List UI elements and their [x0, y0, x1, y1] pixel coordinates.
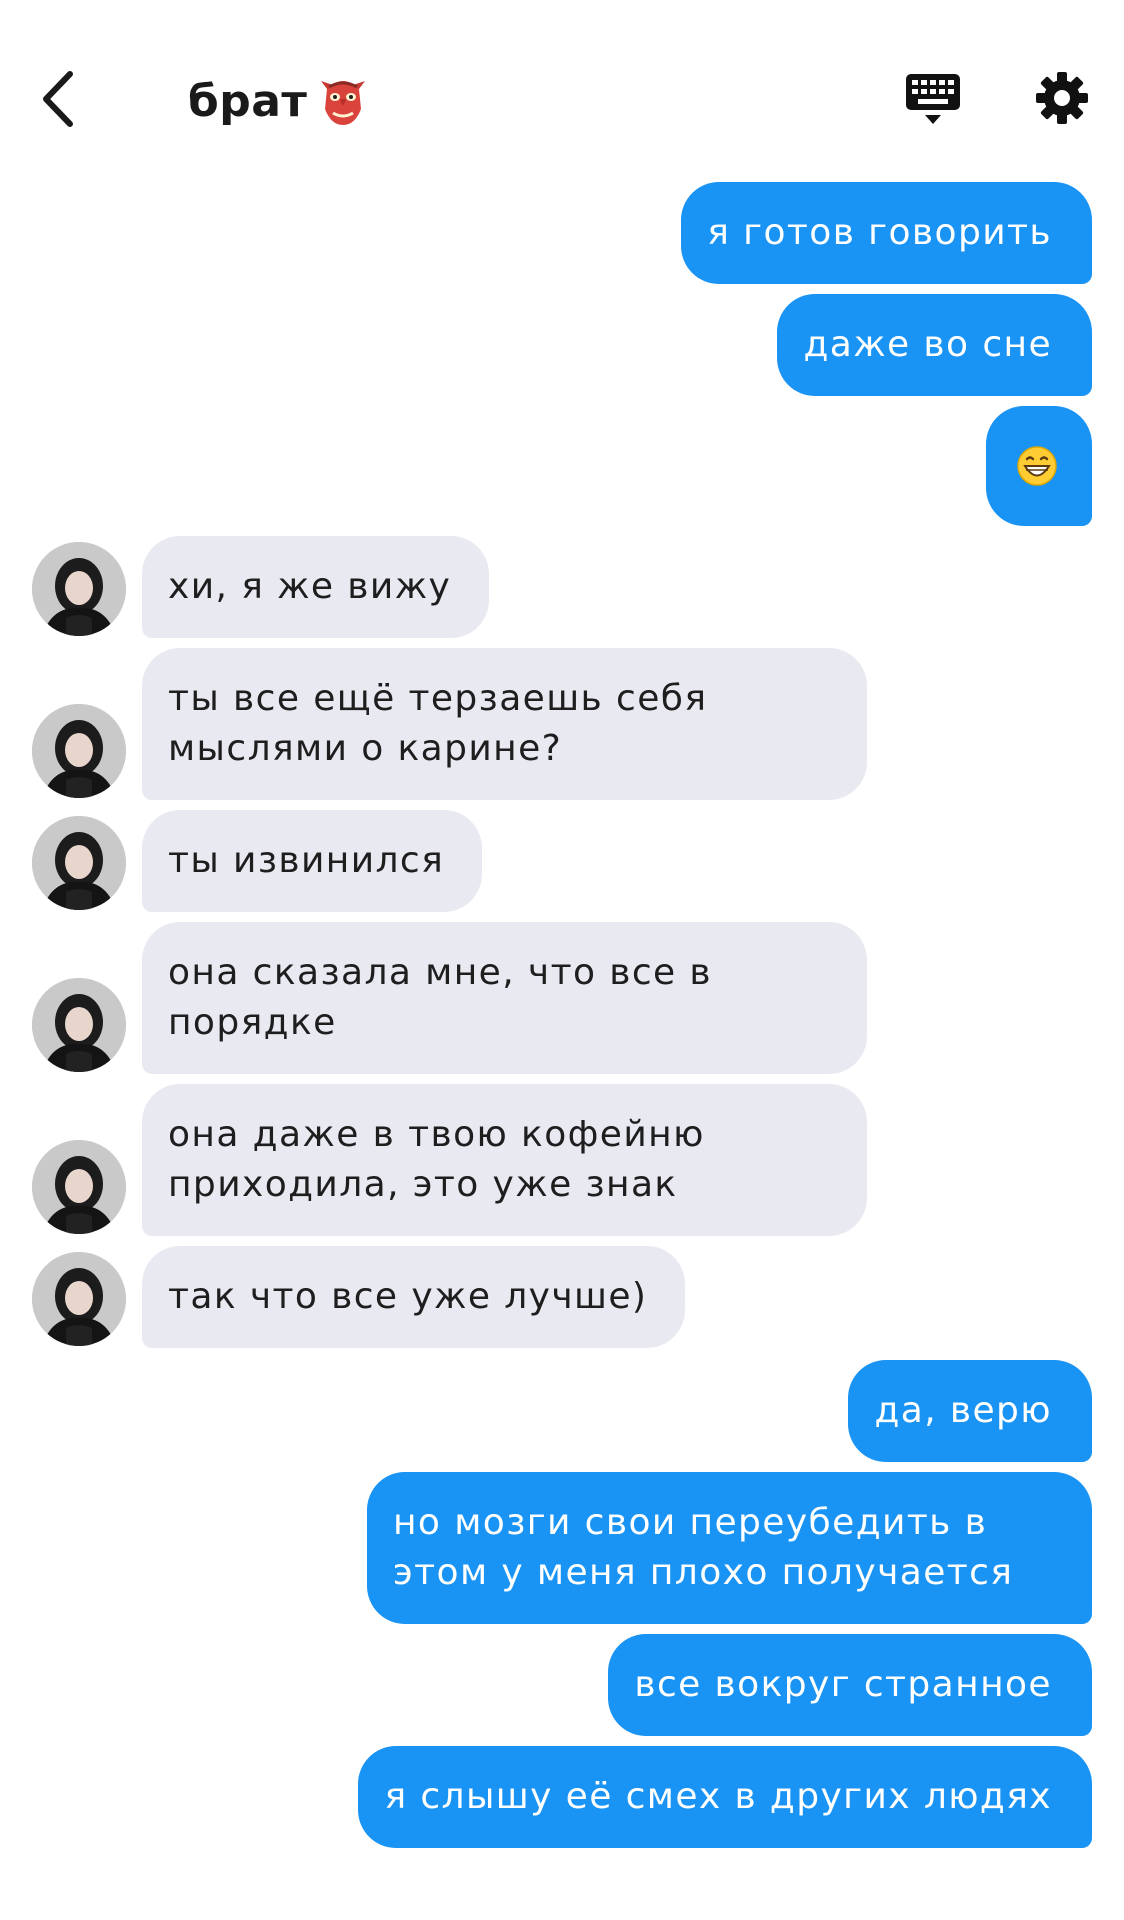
incoming-message-bubble[interactable]: она сказала мне, что все в порядке [142, 922, 867, 1074]
avatar[interactable] [32, 704, 126, 798]
message-row-outgoing: я слышу её смех в других людях [0, 1746, 1124, 1848]
incoming-message-bubble[interactable]: она даже в твою кофейню приходила, это у… [142, 1084, 867, 1236]
message-row-incoming: ты извинился [0, 810, 1124, 912]
incoming-message-bubble[interactable]: так что все уже лучше) [142, 1246, 686, 1348]
chat-title-text: брат [188, 75, 308, 127]
outgoing-message-bubble[interactable]: все вокруг странное [608, 1634, 1092, 1736]
avatar[interactable] [32, 816, 126, 910]
avatar[interactable] [32, 542, 126, 636]
message-row-outgoing: но мозги свои переубедить в этом у меня … [0, 1472, 1124, 1624]
avatar[interactable] [32, 978, 126, 1072]
incoming-message-bubble[interactable]: хи, я же вижу [142, 536, 490, 638]
grinning-face-icon [1017, 446, 1057, 486]
avatar[interactable] [32, 1252, 126, 1346]
message-row-incoming: ты все ещё терзаешь себя мыслями о карин… [0, 648, 1124, 800]
chat-title: брат [188, 74, 367, 128]
message-row-outgoing [0, 406, 1124, 526]
outgoing-message-bubble[interactable]: я готов говорить [681, 182, 1092, 284]
message-row-outgoing: да, верю [0, 1360, 1124, 1462]
avatar[interactable] [32, 1140, 126, 1234]
outgoing-message-bubble[interactable]: я слышу её смех в других людях [358, 1746, 1092, 1848]
outgoing-message-bubble[interactable] [986, 406, 1092, 526]
message-row-incoming: она сказала мне, что все в порядке [0, 922, 1124, 1074]
keyboard-icon [906, 74, 960, 124]
goblin-mask-icon [319, 75, 367, 127]
incoming-message-bubble[interactable]: ты извинился [142, 810, 483, 912]
message-row-outgoing: я готов говорить [0, 182, 1124, 284]
message-row-incoming: так что все уже лучше) [0, 1246, 1124, 1348]
settings-button[interactable] [1034, 70, 1090, 126]
chevron-left-icon [43, 71, 73, 127]
message-list: я готов говорить даже во сне хи, я же ви… [0, 182, 1124, 1858]
chat-header: брат [0, 0, 1124, 170]
message-row-incoming: она даже в твою кофейню приходила, это у… [0, 1084, 1124, 1236]
message-row-outgoing: даже во сне [0, 294, 1124, 396]
outgoing-message-bubble[interactable]: но мозги свои переубедить в этом у меня … [367, 1472, 1092, 1624]
message-row-outgoing: все вокруг странное [0, 1634, 1124, 1736]
gear-icon [1036, 72, 1088, 124]
keyboard-button[interactable] [904, 70, 962, 128]
incoming-message-bubble[interactable]: ты все ещё терзаешь себя мыслями о карин… [142, 648, 867, 800]
outgoing-message-bubble[interactable]: даже во сне [777, 294, 1092, 396]
message-row-incoming: хи, я же вижу [0, 536, 1124, 638]
back-button[interactable] [36, 66, 86, 132]
outgoing-message-bubble[interactable]: да, верю [848, 1360, 1092, 1462]
